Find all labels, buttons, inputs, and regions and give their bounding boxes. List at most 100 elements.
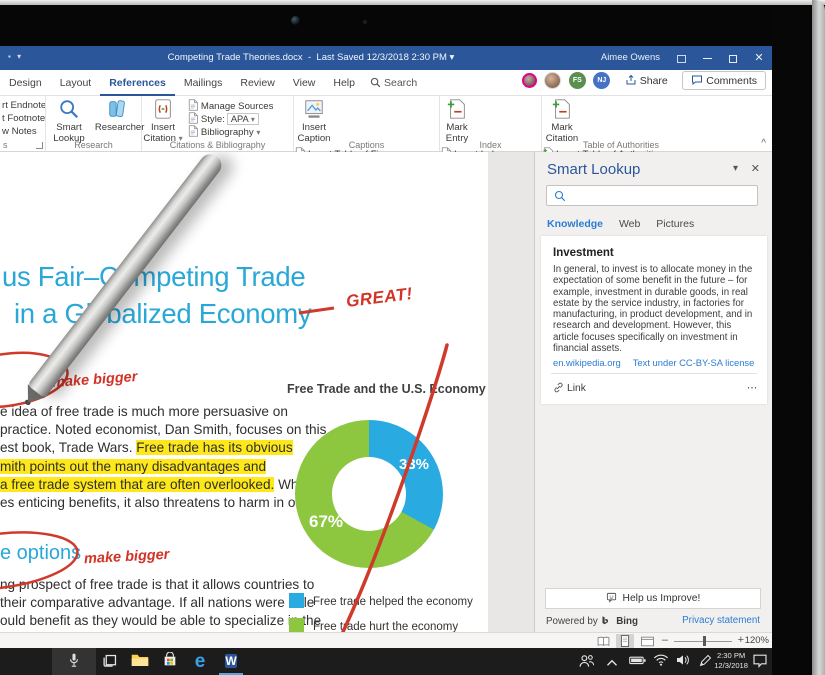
avatar[interactable]: FS — [569, 72, 586, 89]
microsoft-store-button[interactable] — [160, 652, 180, 672]
volume-icon[interactable] — [675, 653, 693, 671]
read-mode-icon[interactable] — [594, 634, 612, 648]
search-box[interactable]: Search — [364, 70, 417, 96]
show-hidden-icons-chevron[interactable] — [606, 655, 624, 673]
smart-lookup-button[interactable]: SmartLookup — [46, 96, 92, 144]
link-row[interactable]: Link ⋯ — [553, 379, 757, 399]
zoom-in-icon[interactable]: + — [738, 634, 744, 646]
style-selector[interactable]: Style:APA ▾ — [187, 112, 274, 125]
text-line[interactable]: practice. Noted economist, Dan Smith, fo… — [0, 421, 326, 439]
document-page[interactable]: us Fair–Competing Tradein a Globalized E… — [0, 152, 488, 632]
group-label: Research — [46, 140, 141, 150]
feedback-icon — [606, 592, 617, 603]
slice-label-blue: 33% — [399, 456, 429, 473]
print-layout-icon[interactable] — [616, 634, 634, 648]
collapse-ribbon-icon[interactable]: ^ — [761, 138, 766, 149]
tab-web[interactable]: Web — [619, 218, 640, 230]
insert-caption-button[interactable]: InsertCaption — [294, 96, 334, 144]
dialog-launcher-icon[interactable] — [36, 142, 43, 149]
text-line[interactable]: in a Globalized Economy — [14, 295, 311, 332]
mark-citation-button[interactable]: MarkCitation — [542, 96, 582, 144]
tab-knowledge[interactable]: Knowledge — [547, 218, 603, 230]
tab-layout[interactable]: Layout — [51, 70, 101, 96]
comments-button[interactable]: Comments — [682, 71, 766, 90]
task-view-button[interactable] — [100, 652, 120, 672]
webcam-lens — [291, 16, 300, 25]
text-line[interactable]: a free trade system that are often overl… — [0, 476, 326, 494]
web-layout-icon[interactable] — [638, 634, 656, 648]
privacy-statement-link[interactable]: Privacy statement — [682, 615, 760, 626]
more-options-icon[interactable]: ⋯ — [747, 379, 757, 399]
tab-pictures[interactable]: Pictures — [656, 218, 694, 230]
style-dropdown[interactable]: APA ▾ — [227, 113, 259, 125]
mark-citation-icon — [551, 98, 573, 120]
manage-sources-button[interactable]: Manage Sources — [187, 99, 274, 112]
donut-chart[interactable]: 33% 67% — [295, 420, 443, 568]
battery-icon[interactable] — [629, 653, 647, 671]
license-link[interactable]: Text under CC-BY-SA license — [633, 357, 755, 368]
insert-citation-button[interactable]: InsertCitation ▾ — [142, 96, 184, 144]
help-us-improve-button[interactable]: Help us Improve! — [545, 588, 761, 609]
signed-in-user[interactable]: Aimee Owens — [601, 46, 660, 70]
text-line[interactable]: e idea of free trade is much more persua… — [0, 403, 326, 421]
bibliography-icon — [187, 125, 199, 137]
ribbon-tab-row: Design Layout References Mailings Review… — [0, 70, 772, 96]
wifi-icon[interactable] — [653, 653, 671, 671]
lookup-search-input[interactable] — [546, 185, 758, 206]
ribbon-display-options-icon[interactable] — [668, 46, 694, 70]
next-footnote-button[interactable]: t Footnote ▾ — [2, 112, 46, 125]
zoom-slider-thumb[interactable] — [703, 636, 706, 646]
pane-close-icon[interactable]: ✕ — [751, 162, 760, 175]
tab-view[interactable]: View — [284, 70, 325, 96]
document-title: Competing Trade Theories.docx - Last Sav… — [0, 46, 622, 70]
tab-design[interactable]: Design — [0, 70, 51, 96]
avatar[interactable] — [544, 72, 561, 89]
device-right-edge — [812, 0, 825, 675]
text-line[interactable]: mith points out the many disadvantages a… — [0, 458, 326, 476]
share-button[interactable]: Share — [625, 74, 668, 87]
clock[interactable]: 2:30 PM 12/3/2018 — [714, 651, 748, 671]
avatar[interactable] — [522, 73, 537, 88]
tab-review[interactable]: Review — [231, 70, 283, 96]
avatar[interactable]: NJ — [593, 72, 610, 89]
word-title-bar: ▪ ▾ Competing Trade Theories.docx - Last… — [0, 46, 772, 70]
text-line[interactable]: us Fair–Competing Trade — [2, 258, 311, 295]
edge-button[interactable]: e — [190, 652, 210, 672]
text-line[interactable]: ould benefit as they would be able to sp… — [0, 612, 321, 630]
search-icon — [554, 190, 566, 202]
tab-mailings[interactable]: Mailings — [175, 70, 232, 96]
minimize-button[interactable] — [694, 46, 720, 70]
zoom-level[interactable]: 120% — [745, 635, 769, 646]
bibliography-button[interactable]: Bibliography ▾ — [187, 125, 274, 138]
insert-endnote-button[interactable]: rt Endnote — [2, 99, 46, 112]
tab-help[interactable]: Help — [324, 70, 364, 96]
microphone-button[interactable] — [52, 648, 96, 675]
restore-button[interactable] — [720, 46, 746, 70]
ribbon-group-footnotes-clipped: rt Endnote t Footnote ▾ w Notes s — [0, 96, 46, 151]
mark-entry-button[interactable]: MarkEntry — [440, 96, 474, 144]
document-area[interactable]: us Fair–Competing Tradein a Globalized E… — [0, 152, 534, 632]
document-heading[interactable]: us Fair–Competing Tradein a Globalized E… — [2, 258, 311, 332]
paragraph[interactable]: e idea of free trade is much more persua… — [0, 403, 326, 512]
text-line[interactable]: their comparative advantage. If all nati… — [0, 594, 321, 612]
close-button[interactable]: ✕ — [746, 46, 772, 70]
word-button[interactable]: W — [221, 652, 241, 672]
tab-references[interactable]: References — [100, 70, 175, 96]
legend-item: Free trade hurt the economy — [289, 618, 458, 632]
text-line[interactable]: es enticing benefits, it also threatens … — [0, 494, 326, 512]
bing-wordmark: Bing — [616, 616, 638, 627]
mark-entry-icon — [446, 98, 468, 120]
zoom-out-icon[interactable]: – — [662, 634, 668, 646]
text-line[interactable]: est book, Trade Wars. Free trade has its… — [0, 439, 326, 457]
saved-dropdown-caret[interactable]: ▾ — [450, 52, 455, 63]
paragraph[interactable]: ng prospect of free trade is that it all… — [0, 576, 321, 631]
file-explorer-button[interactable] — [130, 652, 150, 672]
show-notes-button[interactable]: w Notes — [2, 125, 46, 138]
pane-options-caret-icon[interactable]: ▾ — [733, 163, 738, 174]
action-center-icon[interactable] — [752, 653, 770, 671]
text-line[interactable]: ng prospect of free trade is that it all… — [0, 576, 321, 594]
source-link[interactable]: en.wikipedia.org — [553, 357, 621, 368]
people-icon[interactable] — [578, 653, 596, 671]
researcher-button[interactable]: Researcher — [95, 96, 141, 133]
document-subheading[interactable]: e options — [0, 542, 81, 565]
